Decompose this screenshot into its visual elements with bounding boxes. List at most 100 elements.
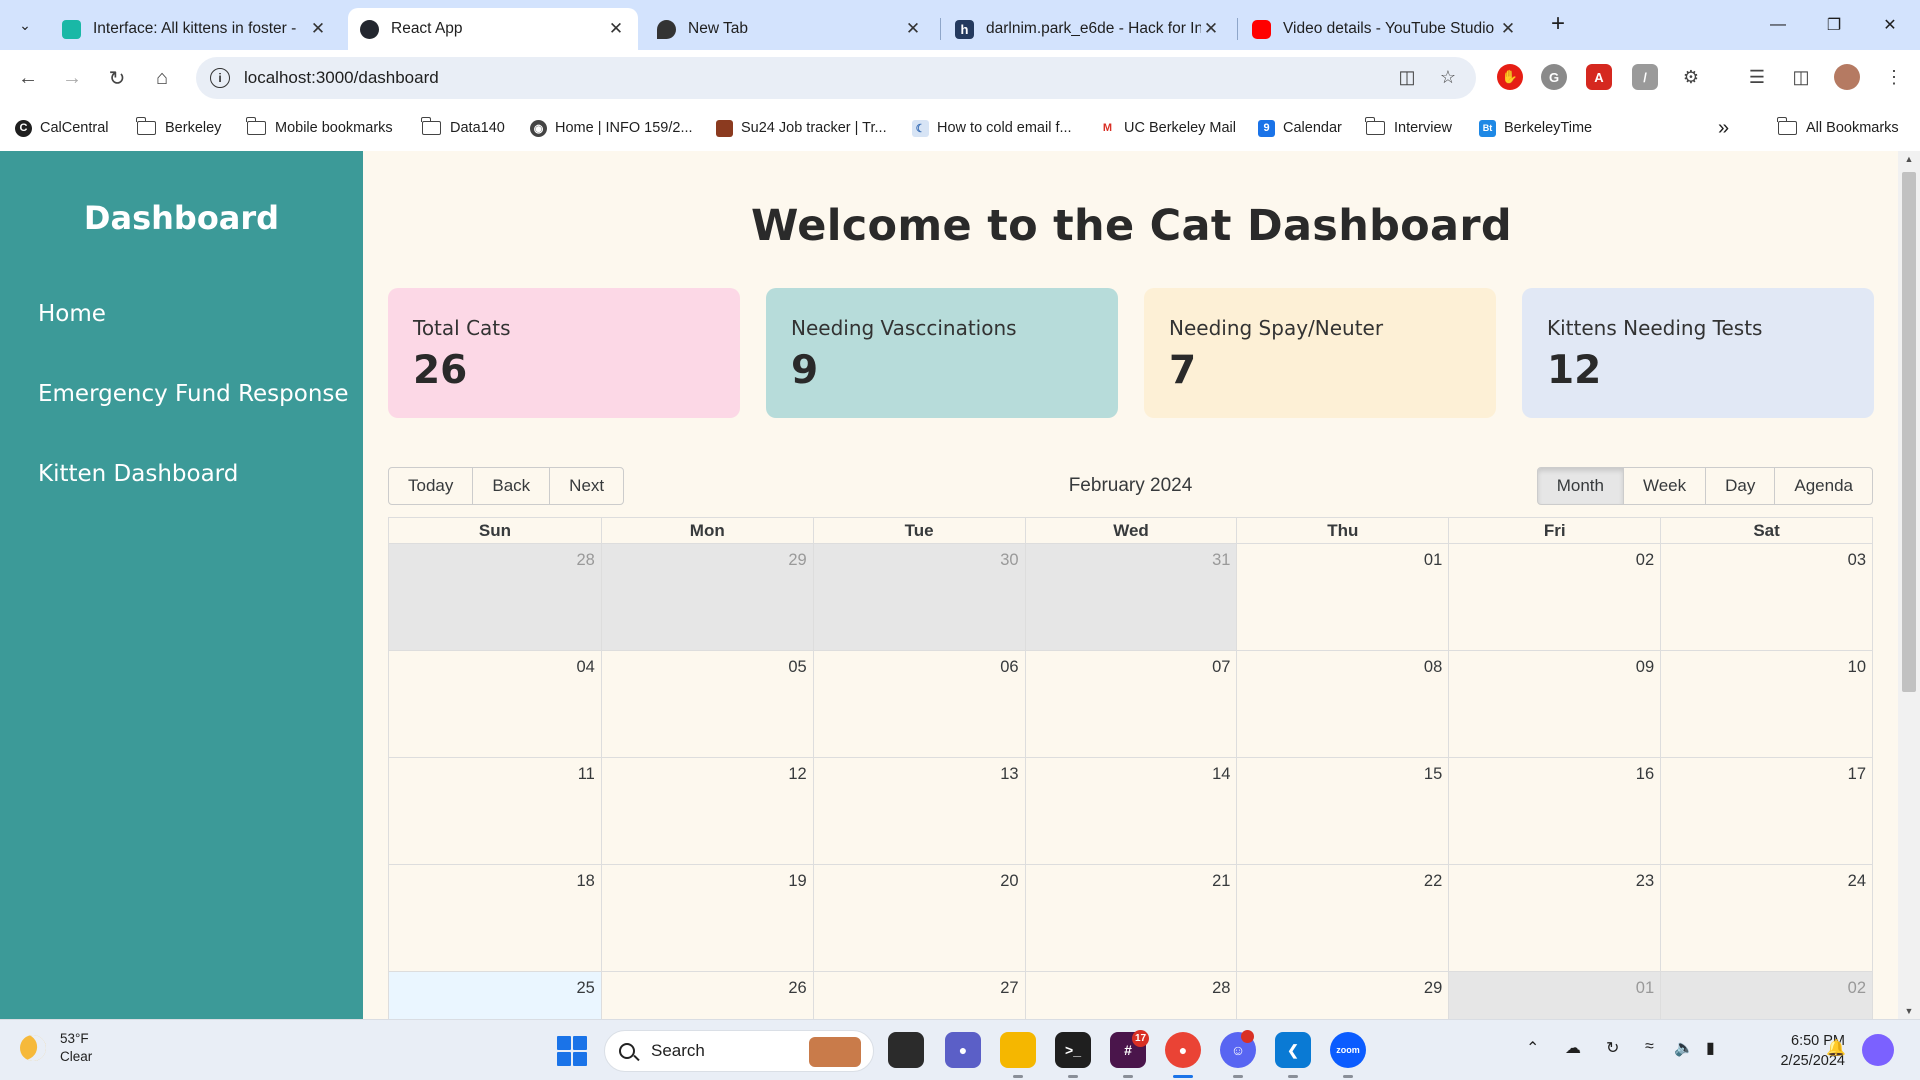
wifi-icon[interactable]: ≈ (1645, 1038, 1654, 1056)
calendar-day-number[interactable]: 05 (788, 658, 806, 676)
all-bookmarks-button[interactable]: All Bookmarks (1777, 116, 1899, 140)
site-info-icon[interactable]: i (210, 68, 230, 88)
battery-icon[interactable]: ▮ (1706, 1038, 1715, 1058)
sync-icon[interactable]: ↻ (1606, 1038, 1619, 1058)
calendar-day-number[interactable]: 31 (1212, 551, 1230, 569)
kebab-menu-icon[interactable]: ⋮ (1879, 62, 1909, 92)
calendar-day-number[interactable]: 30 (1000, 551, 1018, 569)
minimize-button[interactable]: — (1750, 0, 1806, 50)
bookmark-calcentral[interactable]: C CalCentral (15, 116, 109, 140)
volume-icon[interactable]: 🔈 (1674, 1038, 1694, 1058)
calendar-day-cell[interactable]: 05 (600, 651, 813, 757)
calendar-day-number[interactable]: 29 (1424, 979, 1442, 997)
tab-new-tab[interactable]: New Tab ✕ (645, 8, 935, 50)
calendar-day-cell[interactable]: 20 (812, 865, 1025, 971)
calendar-day-number[interactable]: 20 (1000, 872, 1018, 890)
adblock-extension-icon[interactable]: ✋ (1497, 64, 1523, 90)
taskbar-search[interactable]: Search (604, 1030, 874, 1072)
calendar-day-cell[interactable]: 19 (600, 865, 813, 971)
calendar-day-cell[interactable]: 17 (1660, 758, 1872, 864)
close-icon[interactable]: ✕ (903, 19, 923, 39)
calendar-day-cell[interactable]: 16 (1448, 758, 1660, 864)
calendar-day-cell[interactable]: 12 (600, 758, 813, 864)
tab-kittens[interactable]: Interface: All kittens in foster - ✕ (50, 8, 340, 50)
profile-avatar[interactable] (1834, 64, 1860, 90)
vscode-icon[interactable]: ❮ (1275, 1032, 1311, 1068)
install-app-icon[interactable]: ◫ (1392, 62, 1422, 92)
calendar-day-number[interactable]: 23 (1636, 872, 1654, 890)
weather-widget[interactable]: 53°F Clear (16, 1030, 92, 1066)
calendar-today-button[interactable]: Today (388, 467, 474, 505)
scroll-up-icon[interactable]: ▲ (1898, 154, 1920, 164)
calendar-day-number[interactable]: 03 (1848, 551, 1866, 569)
close-icon[interactable]: ✕ (308, 19, 328, 39)
calendar-day-cell[interactable]: 22 (1236, 865, 1448, 971)
calendar-day-number[interactable]: 17 (1848, 765, 1866, 783)
calendar-day-number[interactable]: 27 (1000, 979, 1018, 997)
calendar-day-cell[interactable]: 06 (812, 651, 1025, 757)
calendar-day-number[interactable]: 13 (1000, 765, 1018, 783)
calendar-day-number[interactable]: 28 (576, 551, 594, 569)
calendar-day-number[interactable]: 16 (1636, 765, 1654, 783)
bookmark-mobile-bookmarks[interactable]: Mobile bookmarks (246, 116, 393, 140)
bookmark-uc-berkeley-mail[interactable]: M UC Berkeley Mail (1099, 116, 1236, 140)
calendar-day-cell[interactable]: 03 (1660, 544, 1872, 650)
close-window-button[interactable]: ✕ (1862, 0, 1918, 50)
calendar-day-cell[interactable]: 18 (389, 865, 601, 971)
start-button[interactable] (557, 1036, 587, 1066)
calendar-day-number[interactable]: 18 (576, 872, 594, 890)
calendar-day-cell[interactable]: 30 (812, 544, 1025, 650)
calendar-day-cell[interactable]: 02 (1448, 544, 1660, 650)
calendar-day-number[interactable]: 25 (576, 979, 594, 997)
bookmark-berkeleytime[interactable]: Bt BerkeleyTime (1479, 116, 1592, 140)
calendar-day-number[interactable]: 01 (1424, 551, 1442, 569)
calendar-day-number[interactable]: 01 (1636, 979, 1654, 997)
media-control-icon[interactable]: ☰ (1742, 62, 1772, 92)
tray-overflow-icon[interactable]: ⌃ (1526, 1038, 1539, 1058)
scrollbar-thumb[interactable] (1902, 172, 1916, 692)
nav-item-kitten-dashboard[interactable]: Kitten Dashboard (38, 461, 238, 487)
bookmark-cold-email[interactable]: ☾ How to cold email f... (912, 116, 1072, 140)
calendar-day-number[interactable]: 14 (1212, 765, 1230, 783)
bookmark-info159[interactable]: ◉ Home | INFO 159/2... (530, 116, 693, 140)
calendar-day-number[interactable]: 08 (1424, 658, 1442, 676)
calendar-day-number[interactable]: 07 (1212, 658, 1230, 676)
calendar-day-cell[interactable]: 01 (1236, 544, 1448, 650)
calendar-day-number[interactable]: 26 (788, 979, 806, 997)
calendar-day-number[interactable]: 28 (1212, 979, 1230, 997)
calendar-day-number[interactable]: 11 (578, 765, 595, 783)
close-icon[interactable]: ✕ (1201, 19, 1221, 39)
calendar-day-cell[interactable]: 11 (389, 758, 601, 864)
calendar-day-cell[interactable]: 07 (1024, 651, 1237, 757)
copilot-icon[interactable] (1862, 1034, 1894, 1066)
calendar-day-cell[interactable]: 14 (1024, 758, 1237, 864)
calendar-day-cell[interactable]: 28 (389, 544, 601, 650)
terminal-icon[interactable]: >_ (1055, 1032, 1091, 1068)
nav-item-emergency-fund-response[interactable]: Emergency Fund Response (38, 381, 349, 407)
restore-button[interactable]: ❐ (1806, 0, 1862, 50)
acrobat-extension-icon[interactable]: A (1586, 64, 1612, 90)
bookmark-calendar[interactable]: 9 Calendar (1258, 116, 1342, 140)
tab-youtube-studio[interactable]: Video details - YouTube Studio ✕ (1240, 8, 1530, 50)
bookmark-interview[interactable]: Interview (1365, 116, 1452, 140)
new-tab-button[interactable]: + (1543, 10, 1573, 40)
tab-hackforla[interactable]: h darlnim.park_e6de - Hack for In ✕ (943, 8, 1233, 50)
chrome-icon[interactable]: ● (1165, 1032, 1201, 1068)
more-bookmarks-button[interactable]: » (1718, 116, 1729, 140)
scroll-down-icon[interactable]: ▼ (1898, 1006, 1920, 1016)
bookmark-data140[interactable]: Data140 (421, 116, 505, 140)
calendar-view-day-button[interactable]: Day (1705, 467, 1776, 505)
calendar-day-cell[interactable]: 09 (1448, 651, 1660, 757)
file-explorer-icon[interactable] (1000, 1032, 1036, 1068)
calendar-day-number[interactable]: 12 (788, 765, 806, 783)
back-button[interactable]: ← (12, 62, 44, 94)
onedrive-icon[interactable]: ☁ (1565, 1038, 1581, 1058)
close-icon[interactable]: ✕ (606, 19, 626, 39)
calendar-day-cell[interactable]: 15 (1236, 758, 1448, 864)
calendar-day-cell[interactable]: 29 (600, 544, 813, 650)
calendar-day-number[interactable]: 09 (1636, 658, 1654, 676)
calendar-day-cell[interactable]: 13 (812, 758, 1025, 864)
bookmark-star-icon[interactable]: ☆ (1433, 62, 1463, 92)
calendar-day-cell[interactable]: 23 (1448, 865, 1660, 971)
extensions-puzzle-icon[interactable]: ⚙ (1676, 62, 1706, 92)
